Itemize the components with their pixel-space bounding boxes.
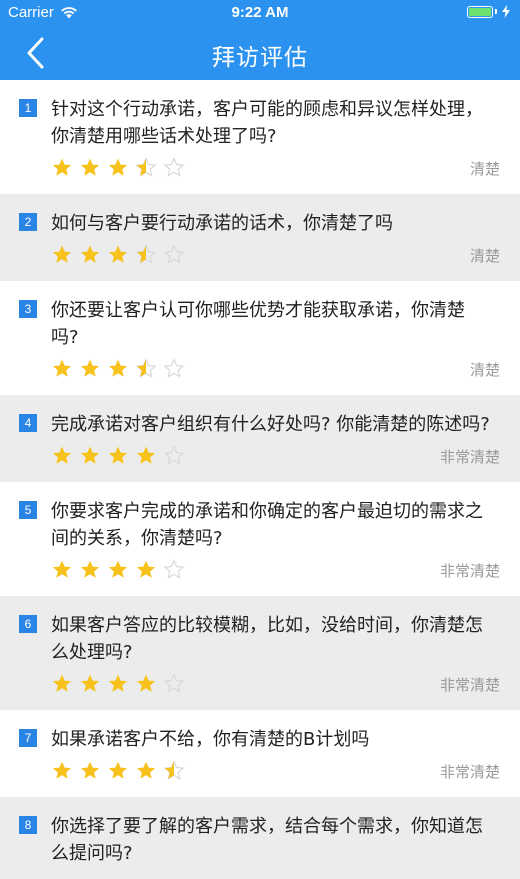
star-empty-icon[interactable] (163, 559, 185, 581)
star-rating[interactable] (51, 445, 185, 467)
rating-grade-label: 非常清楚 (439, 447, 500, 466)
star-half-icon[interactable] (135, 358, 157, 380)
evaluation-item: 2 如何与客户要行动承诺的话术，你清楚了吗 清楚 (0, 194, 520, 281)
rating-row: 清楚 (51, 241, 502, 269)
rating-row: 非常清楚 (51, 757, 502, 785)
star-empty-icon[interactable] (163, 673, 185, 695)
star-full-icon[interactable] (51, 559, 73, 581)
star-rating[interactable] (51, 559, 185, 581)
question-number-badge: 2 (19, 213, 37, 231)
evaluation-item: 5 你要求客户完成的承诺和你确定的客户最迫切的需求之间的关系，你清楚吗? 非常清楚 (0, 482, 520, 596)
star-full-icon[interactable] (51, 445, 73, 467)
star-full-icon[interactable] (135, 559, 157, 581)
star-full-icon[interactable] (79, 157, 101, 179)
rating-grade-label: 清楚 (469, 159, 500, 178)
question-number-badge: 6 (19, 615, 37, 633)
star-full-icon[interactable] (51, 157, 73, 179)
charging-icon (502, 5, 510, 18)
evaluation-item: 4 完成承诺对客户组织有什么好处吗? 你能清楚的陈述吗? 非常清楚 (0, 395, 520, 482)
navigation-bar: 拜访评估 (0, 26, 520, 80)
star-full-icon[interactable] (51, 244, 73, 266)
question-text: 你选择了要了解的客户需求，结合每个需求，你知道怎么提问吗? (51, 816, 483, 864)
rating-row: 非常清楚 (51, 670, 502, 698)
star-full-icon[interactable] (135, 445, 157, 467)
question-text: 你要求客户完成的承诺和你确定的客户最迫切的需求之间的关系，你清楚吗? (51, 501, 483, 549)
clock: 9:22 AM (231, 4, 289, 21)
star-full-icon[interactable] (51, 760, 73, 782)
question-number-badge: 7 (19, 729, 37, 747)
question-text: 完成承诺对客户组织有什么好处吗? 你能清楚的陈述吗? (51, 414, 490, 435)
question-number-badge: 3 (19, 300, 37, 318)
star-full-icon[interactable] (79, 673, 101, 695)
star-rating[interactable] (51, 760, 185, 782)
star-full-icon[interactable] (107, 445, 129, 467)
star-full-icon[interactable] (79, 760, 101, 782)
star-full-icon[interactable] (107, 673, 129, 695)
star-rating[interactable] (51, 244, 185, 266)
evaluation-list: 1 针对这个行动承诺，客户可能的顾虑和异议怎样处理，你清楚用哪些话术处理了吗? 清… (0, 80, 520, 879)
question-number-badge: 8 (19, 816, 37, 834)
evaluation-item: 8 你选择了要了解的客户需求，结合每个需求，你知道怎么提问吗? (0, 797, 520, 879)
star-full-icon[interactable] (107, 157, 129, 179)
question-number-badge: 1 (19, 99, 37, 117)
star-half-icon[interactable] (135, 244, 157, 266)
star-full-icon[interactable] (107, 760, 129, 782)
star-empty-icon[interactable] (163, 157, 185, 179)
star-empty-icon[interactable] (163, 358, 185, 380)
question-text: 如果承诺客户不给，你有清楚的B计划吗 (51, 729, 370, 750)
star-full-icon[interactable] (51, 358, 73, 380)
star-full-icon[interactable] (107, 244, 129, 266)
star-empty-icon[interactable] (163, 445, 185, 467)
rating-grade-label: 清楚 (469, 360, 500, 379)
evaluation-item: 1 针对这个行动承诺，客户可能的顾虑和异议怎样处理，你清楚用哪些话术处理了吗? 清… (0, 80, 520, 194)
question-text: 如何与客户要行动承诺的话术，你清楚了吗 (51, 213, 393, 234)
rating-grade-label: 非常清楚 (439, 762, 500, 781)
status-bar: Carrier 9:22 AM (0, 0, 520, 26)
rating-row: 非常清楚 (51, 556, 502, 584)
rating-grade-label: 非常清楚 (439, 675, 500, 694)
question-text: 针对这个行动承诺，客户可能的顾虑和异议怎样处理，你清楚用哪些话术处理了吗? (51, 99, 483, 147)
star-full-icon[interactable] (107, 358, 129, 380)
star-half-icon[interactable] (135, 157, 157, 179)
star-full-icon[interactable] (79, 559, 101, 581)
evaluation-item: 6 如果客户答应的比较模糊，比如，没给时间，你清楚怎么处理吗? 非常清楚 (0, 596, 520, 710)
rating-row: 清楚 (51, 355, 502, 383)
star-full-icon[interactable] (107, 559, 129, 581)
star-empty-icon[interactable] (163, 244, 185, 266)
question-number-badge: 5 (19, 501, 37, 519)
star-full-icon[interactable] (79, 244, 101, 266)
page-title: 拜访评估 (212, 45, 308, 71)
evaluation-item: 3 你还要让客户认可你哪些优势才能获取承诺，你清楚吗? 清楚 (0, 281, 520, 395)
star-rating[interactable] (51, 157, 185, 179)
question-text: 你还要让客户认可你哪些优势才能获取承诺，你清楚吗? (51, 300, 465, 348)
star-rating[interactable] (51, 673, 185, 695)
battery-icon (467, 5, 510, 18)
star-full-icon[interactable] (79, 358, 101, 380)
rating-grade-label: 非常清楚 (439, 561, 500, 580)
star-full-icon[interactable] (135, 673, 157, 695)
rating-grade-label: 清楚 (469, 246, 500, 265)
rating-row: 清楚 (51, 154, 502, 182)
evaluation-item: 7 如果承诺客户不给，你有清楚的B计划吗 非常清楚 (0, 710, 520, 797)
star-rating[interactable] (51, 358, 185, 380)
star-full-icon[interactable] (79, 445, 101, 467)
question-text: 如果客户答应的比较模糊，比如，没给时间，你清楚怎么处理吗? (51, 615, 483, 663)
star-full-icon[interactable] (51, 673, 73, 695)
star-half-icon[interactable] (163, 760, 185, 782)
rating-row: 非常清楚 (51, 442, 502, 470)
question-number-badge: 4 (19, 414, 37, 432)
star-full-icon[interactable] (135, 760, 157, 782)
